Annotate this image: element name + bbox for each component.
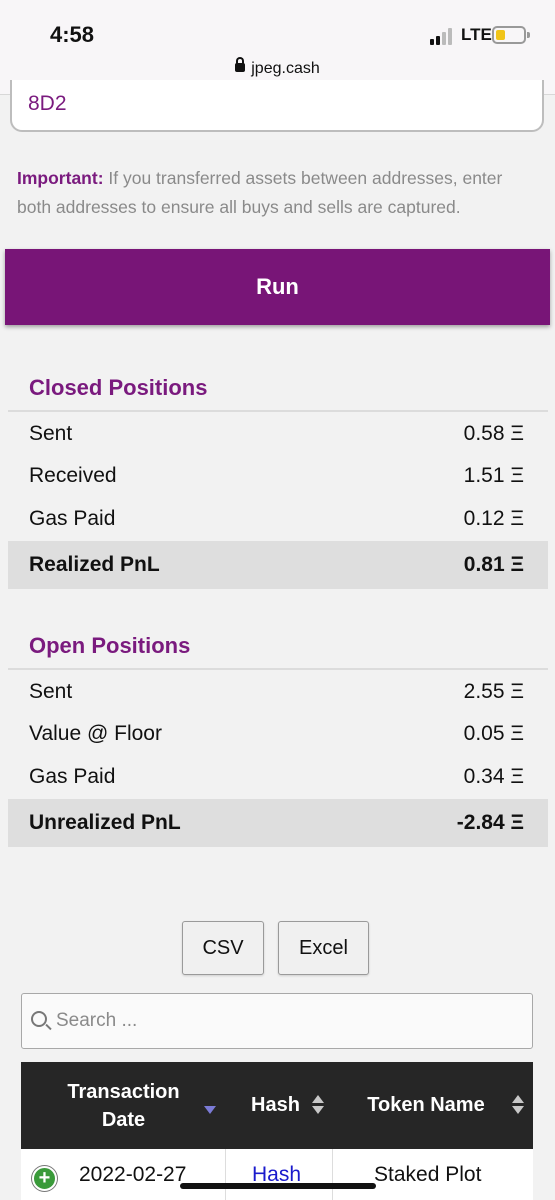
network-type: LTE	[461, 25, 492, 44]
table-row[interactable]: + 2022-02-27 Hash Staked Plot	[21, 1149, 533, 1200]
column-header-date[interactable]: Transaction Date	[21, 1062, 226, 1149]
unrealized-pnl-row: Unrealized PnL -2.84 Ξ	[8, 799, 548, 847]
realized-pnl-row: Realized PnL 0.81 Ξ	[8, 541, 548, 589]
row-value: 2.55 Ξ	[463, 680, 524, 703]
search-icon	[31, 1011, 47, 1027]
battery-icon	[492, 26, 530, 44]
transaction-date: 2022-02-27	[79, 1163, 187, 1186]
column-header-token-name[interactable]: Token Name	[331, 1062, 533, 1149]
wallet-address-value: 8D2	[28, 92, 67, 115]
important-notice: Important: If you transferred assets bet…	[17, 164, 537, 222]
signal-icon	[430, 27, 456, 45]
divider	[8, 668, 548, 670]
row-label: Value @ Floor	[29, 722, 162, 745]
table-header: Transaction Date Hash Token Name	[21, 1062, 533, 1149]
open-gas-row: Gas Paid 0.34 Ξ	[8, 756, 548, 798]
row-label: Received	[29, 464, 117, 487]
transactions-table: Transaction Date Hash Token Name + 2022-…	[21, 1062, 533, 1200]
row-value: 0.05 Ξ	[463, 722, 524, 745]
lock-icon	[235, 57, 246, 72]
sort-icon	[512, 1095, 524, 1115]
open-positions-title: Open Positions	[29, 633, 191, 658]
important-label: Important:	[17, 168, 104, 188]
url-text: jpeg.cash	[251, 60, 320, 77]
closed-gas-row: Gas Paid 0.12 Ξ	[8, 498, 548, 540]
clock-time: 4:58	[50, 22, 95, 47]
token-name: Staked Plot	[374, 1163, 482, 1186]
header-label: Hash	[251, 1094, 300, 1116]
row-label: Sent	[29, 422, 73, 445]
row-value: -2.84 Ξ	[456, 811, 524, 834]
row-label: Sent	[29, 680, 73, 703]
excel-export-button[interactable]: Excel	[278, 921, 369, 975]
expand-row-icon[interactable]: +	[32, 1166, 57, 1191]
home-indicator[interactable]	[180, 1183, 376, 1189]
address-bar[interactable]: jpeg.cash	[0, 57, 555, 78]
row-value: 0.58 Ξ	[463, 422, 524, 445]
header-label: Transaction Date	[67, 1080, 180, 1131]
divider	[8, 410, 548, 412]
wallet-address-input[interactable]: 8D2	[10, 80, 544, 132]
sort-descending-icon	[204, 1106, 216, 1114]
search-input[interactable]	[56, 1004, 516, 1038]
closed-received-row: Received 1.51 Ξ	[8, 455, 548, 497]
row-value: 0.12 Ξ	[463, 507, 524, 530]
sort-icon	[312, 1095, 324, 1115]
divider	[332, 1149, 333, 1200]
closed-sent-row: Sent 0.58 Ξ	[8, 413, 548, 455]
row-label: Unrealized PnL	[29, 811, 181, 834]
run-button[interactable]: Run	[5, 249, 550, 325]
csv-export-button[interactable]: CSV	[182, 921, 264, 975]
row-label: Gas Paid	[29, 765, 116, 788]
header-label: Token Name	[367, 1094, 485, 1116]
row-label: Gas Paid	[29, 507, 116, 530]
open-sent-row: Sent 2.55 Ξ	[8, 671, 548, 713]
divider	[225, 1149, 226, 1200]
row-value: 0.34 Ξ	[463, 765, 524, 788]
row-value: 0.81 Ξ	[463, 553, 524, 576]
search-box	[21, 993, 533, 1049]
row-value: 1.51 Ξ	[463, 464, 524, 487]
closed-positions-title: Closed Positions	[29, 375, 208, 400]
row-label: Realized PnL	[29, 553, 160, 576]
open-floor-value-row: Value @ Floor 0.05 Ξ	[8, 713, 548, 755]
